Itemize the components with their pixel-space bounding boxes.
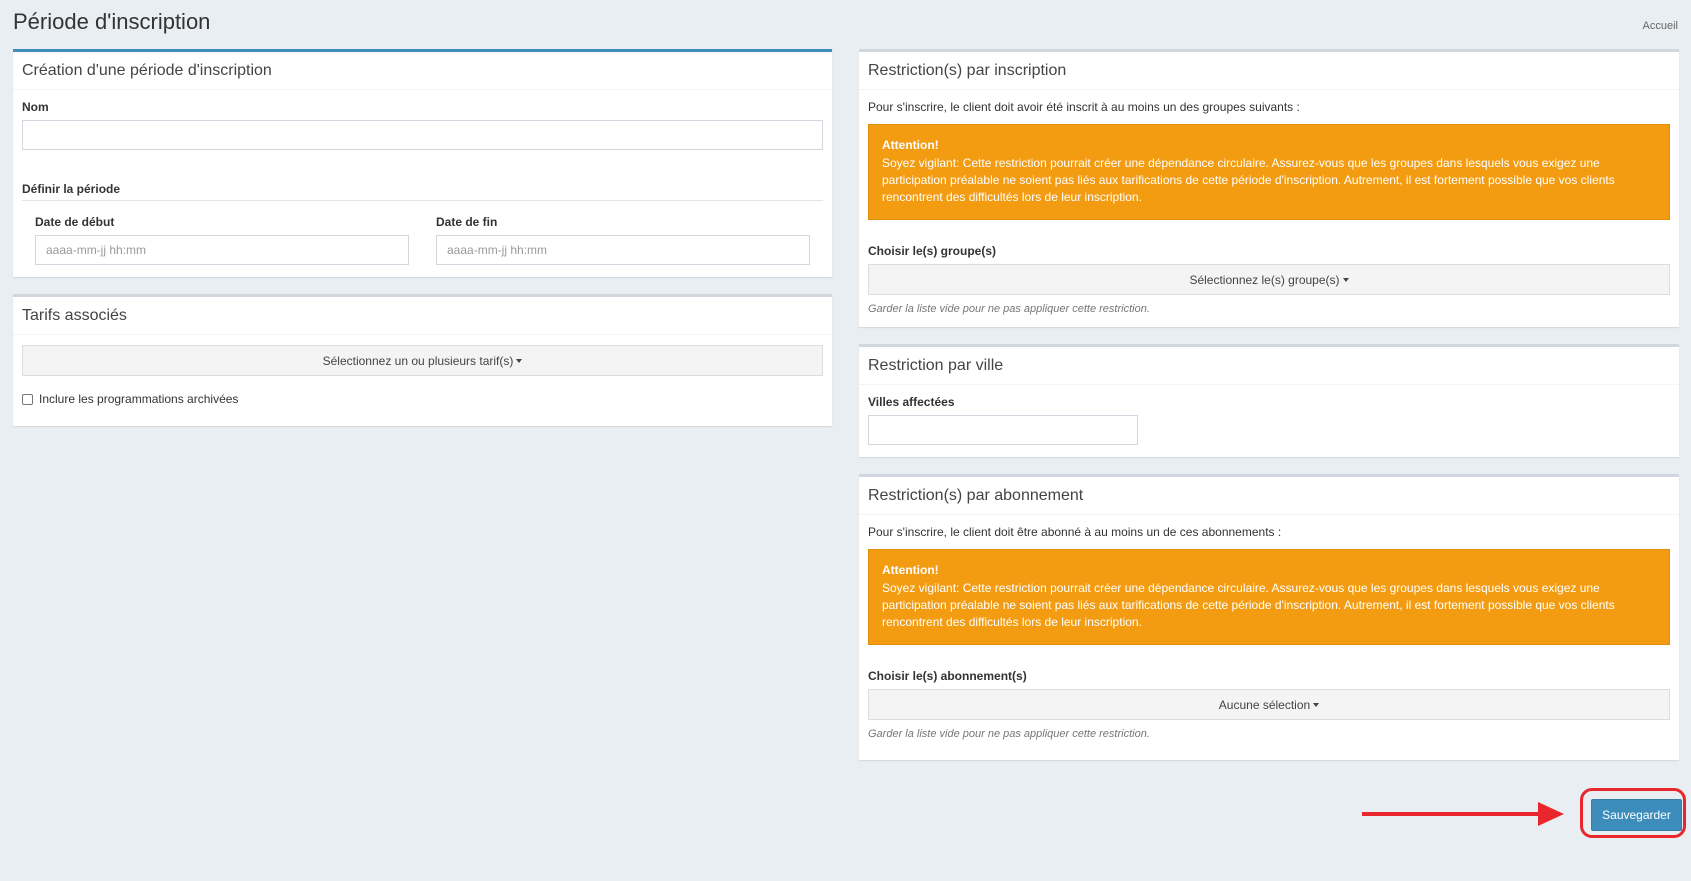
breadcrumb-home[interactable]: Accueil bbox=[1643, 20, 1678, 32]
archived-option[interactable]: Inclure les programmations archivées bbox=[22, 392, 823, 406]
tarifs-select-button[interactable]: Sélectionnez un ou plusieurs tarif(s) bbox=[22, 345, 823, 376]
caret-down-icon bbox=[1342, 277, 1349, 282]
choose-groups-label: Choisir le(s) groupe(s) bbox=[868, 244, 997, 258]
end-date-input[interactable]: aaaa-mm-jj hh:mm bbox=[436, 235, 810, 265]
restriction-inscription-title: Restriction(s) par inscription bbox=[859, 52, 1679, 90]
dates-row: Date de début aaaa-mm-jj hh:mm Date de f… bbox=[22, 215, 823, 265]
name-label: Nom bbox=[22, 100, 49, 114]
subscriptions-select-button[interactable]: Aucune sélection bbox=[868, 689, 1670, 720]
archived-checkbox[interactable] bbox=[22, 393, 33, 405]
start-date-input[interactable]: aaaa-mm-jj hh:mm bbox=[35, 235, 409, 265]
annotation-arrow-icon bbox=[1538, 802, 1564, 826]
restriction-ville-box: Restriction par ville Villes affectées bbox=[859, 344, 1679, 457]
subscriptions-help-text: Garder la liste vide pour ne pas appliqu… bbox=[868, 728, 1150, 740]
right-column: Restriction(s) par inscription Pour s'in… bbox=[859, 49, 1679, 777]
restriction-ville-title: Restriction par ville bbox=[859, 347, 1679, 385]
tarifs-box: Tarifs associés Sélectionnez un ou plusi… bbox=[13, 294, 832, 426]
tarifs-select-label: Sélectionnez un ou plusieurs tarif(s) bbox=[322, 353, 514, 368]
left-column: Création d'une période d'inscription Nom… bbox=[13, 49, 832, 443]
start-date-label: Date de début bbox=[35, 215, 115, 229]
page-title: Période d'inscription bbox=[13, 9, 211, 34]
cities-label: Villes affectées bbox=[868, 395, 955, 409]
restriction-abonnement-intro: Pour s'inscrire, le client doit être abo… bbox=[868, 525, 1282, 539]
restriction-abonnement-alert: Attention! Soyez vigilant: Cette restric… bbox=[868, 549, 1670, 645]
creation-box-title: Création d'une période d'inscription bbox=[13, 52, 832, 90]
groups-select-label: Sélectionnez le(s) groupe(s) bbox=[1189, 272, 1340, 287]
alert-text: Soyez vigilant: Cette restriction pourra… bbox=[882, 156, 1615, 204]
groups-help-text: Garder la liste vide pour ne pas appliqu… bbox=[868, 303, 1150, 315]
restriction-inscription-alert: Attention! Soyez vigilant: Cette restric… bbox=[868, 124, 1670, 220]
caret-down-icon bbox=[1313, 702, 1320, 707]
tarifs-box-title: Tarifs associés bbox=[13, 297, 832, 335]
cities-input[interactable] bbox=[868, 415, 1138, 445]
restriction-abonnement-box: Restriction(s) par abonnement Pour s'ins… bbox=[859, 474, 1679, 760]
alert-text: Soyez vigilant: Cette restriction pourra… bbox=[882, 581, 1615, 629]
annotation-arrow-line bbox=[1362, 812, 1540, 816]
end-date-label: Date de fin bbox=[436, 215, 498, 229]
alert-title: Attention! bbox=[882, 138, 939, 152]
archived-label: Inclure les programmations archivées bbox=[39, 392, 239, 406]
restriction-inscription-box: Restriction(s) par inscription Pour s'in… bbox=[859, 49, 1679, 327]
choose-subscriptions-label: Choisir le(s) abonnement(s) bbox=[868, 669, 1027, 683]
save-button[interactable]: Sauvegarder bbox=[1591, 799, 1682, 831]
period-section-title: Définir la période bbox=[22, 182, 823, 201]
name-input[interactable] bbox=[22, 120, 823, 150]
subscriptions-select-label: Aucune sélection bbox=[1218, 697, 1311, 712]
groups-select-button[interactable]: Sélectionnez le(s) groupe(s) bbox=[868, 264, 1670, 295]
alert-title: Attention! bbox=[882, 563, 939, 577]
restriction-inscription-intro: Pour s'inscrire, le client doit avoir ét… bbox=[868, 100, 1300, 114]
caret-down-icon bbox=[516, 358, 523, 363]
restriction-abonnement-title: Restriction(s) par abonnement bbox=[859, 477, 1679, 515]
creation-box: Création d'une période d'inscription Nom… bbox=[13, 49, 832, 277]
